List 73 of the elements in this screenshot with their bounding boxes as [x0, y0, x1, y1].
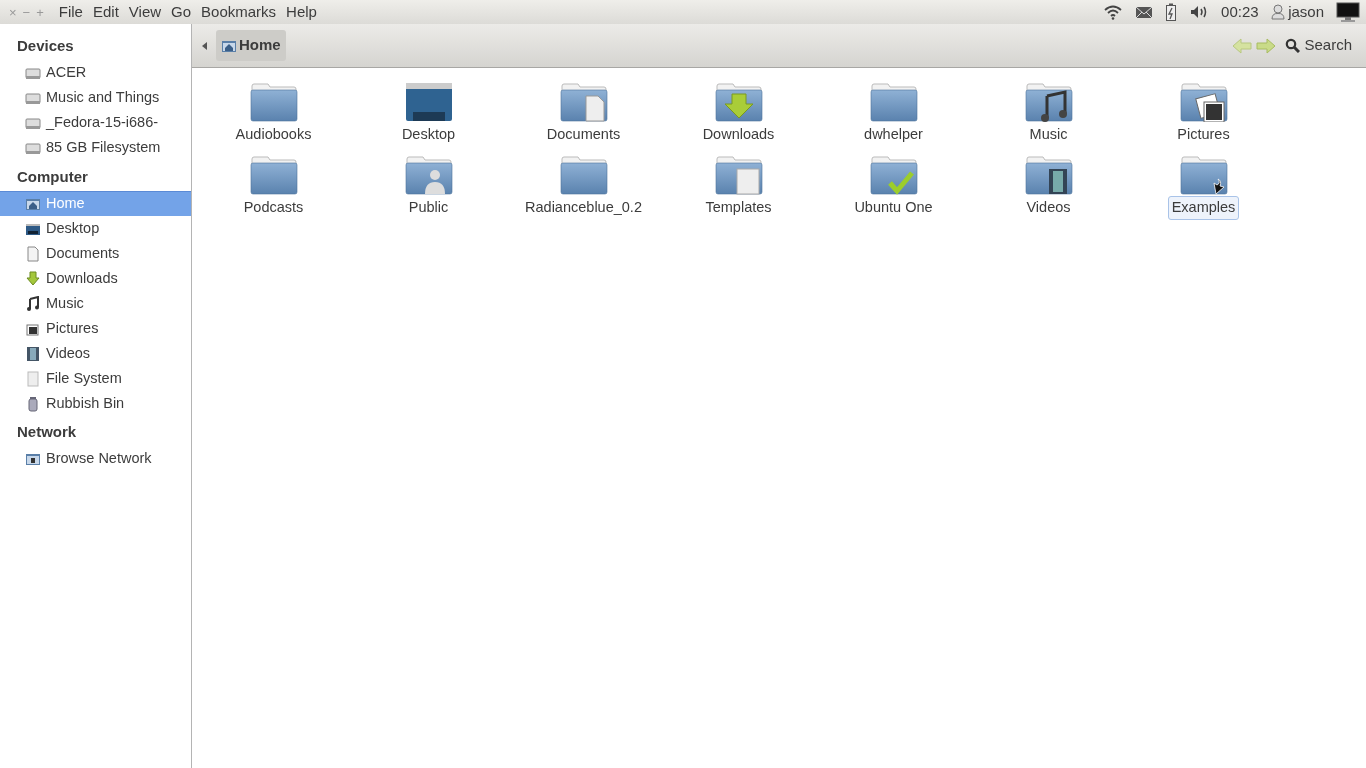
user-name[interactable]: jason — [1288, 0, 1324, 24]
search-icon — [1285, 38, 1301, 53]
sidebar-item[interactable]: File System — [0, 366, 191, 391]
music-folder-icon[interactable] — [1024, 82, 1073, 122]
menu-item[interactable]: Edit — [87, 0, 124, 24]
sidebar-item[interactable]: Documents — [0, 241, 191, 266]
file-name[interactable]: Pictures — [1173, 123, 1234, 147]
shortcut-folder-icon[interactable] — [1179, 154, 1228, 195]
sidebar-item[interactable]: Music — [0, 291, 191, 316]
file-name[interactable]: Music — [1025, 123, 1072, 147]
document-folder-icon[interactable] — [559, 82, 608, 122]
left-arrow-icon[interactable] — [202, 41, 208, 50]
document-icon — [25, 245, 41, 262]
search-button[interactable]: Search — [1279, 33, 1358, 58]
sidebar-item[interactable]: Videos — [0, 341, 191, 366]
sidebar-item[interactable]: Rubbish Bin — [0, 391, 191, 416]
sidebar-item[interactable]: Browse Network — [0, 446, 191, 472]
clock-time[interactable]: 00:23 — [1221, 0, 1259, 24]
sidebar-heading: Network — [16, 422, 78, 442]
film-icon — [25, 345, 41, 362]
trash-icon — [25, 395, 41, 412]
page-icon — [25, 370, 41, 387]
music-note-icon — [25, 295, 41, 312]
home-folder-icon — [25, 196, 41, 212]
sidebar-item[interactable]: Music and Things — [0, 85, 191, 111]
sidebar-item[interactable]: Pictures — [0, 316, 191, 341]
sidebar-item[interactable]: _Fedora-15-i686- — [0, 110, 191, 136]
folder-icon[interactable] — [869, 82, 918, 122]
sidebar-item[interactable]: Downloads — [0, 266, 191, 291]
battery-icon[interactable] — [1165, 3, 1178, 21]
menu-item[interactable]: Go — [166, 0, 197, 24]
sidebar-item[interactable]: 85 GB Filesystem — [0, 135, 191, 161]
menu-item[interactable]: Help — [281, 0, 322, 24]
file-name[interactable]: Ubuntu One — [850, 195, 937, 220]
drive-icon — [25, 90, 41, 106]
person-icon — [1270, 4, 1285, 20]
wifi-icon[interactable] — [1103, 4, 1124, 20]
file-name[interactable]: Documents — [542, 123, 625, 147]
sidebar-item[interactable]: Desktop — [0, 216, 191, 241]
film-folder-icon[interactable] — [1024, 154, 1073, 195]
sidebar-heading: Devices — [16, 36, 75, 56]
file-name[interactable]: Videos — [1022, 195, 1075, 220]
menu-item[interactable]: File — [53, 0, 88, 24]
menu-item[interactable]: View — [123, 0, 167, 24]
folder-icon[interactable] — [249, 82, 298, 122]
file-name[interactable]: Podcasts — [239, 195, 308, 220]
down-arrow-icon — [25, 270, 41, 287]
sidebar-heading: Computer — [16, 166, 89, 187]
folder-icon[interactable] — [249, 154, 298, 195]
file-name[interactable]: Examples — [1167, 195, 1240, 220]
desktop-folder-icon[interactable] — [404, 82, 453, 122]
file-name[interactable]: Templates — [701, 195, 776, 220]
drive-icon — [25, 65, 41, 81]
file-name[interactable]: Public — [404, 195, 453, 220]
download-folder-icon[interactable] — [714, 82, 763, 122]
folder-icon[interactable] — [559, 154, 608, 195]
file-name[interactable]: Audiobooks — [231, 123, 316, 147]
monitor-icon[interactable] — [1336, 2, 1360, 22]
sidebar-item[interactable]: ACER — [0, 60, 191, 86]
template-folder-icon[interactable] — [714, 154, 763, 195]
drive-icon — [25, 115, 41, 131]
envelope-icon[interactable] — [1135, 5, 1154, 19]
file-name[interactable]: Desktop — [397, 123, 460, 147]
checkmark-folder-icon[interactable] — [869, 154, 918, 195]
drive-icon — [25, 140, 41, 156]
file-name[interactable]: Radianceblue_0.2 — [521, 195, 646, 220]
file-name[interactable]: Downloads — [698, 123, 779, 147]
picture-folder-icon[interactable] — [1179, 82, 1228, 122]
person-folder-icon[interactable] — [404, 154, 453, 195]
network-folder-icon — [25, 451, 41, 467]
file-name[interactable]: dwhelper — [860, 123, 927, 147]
path-button[interactable]: Home — [216, 30, 286, 61]
menu-item[interactable]: Bookmarks — [196, 0, 282, 24]
